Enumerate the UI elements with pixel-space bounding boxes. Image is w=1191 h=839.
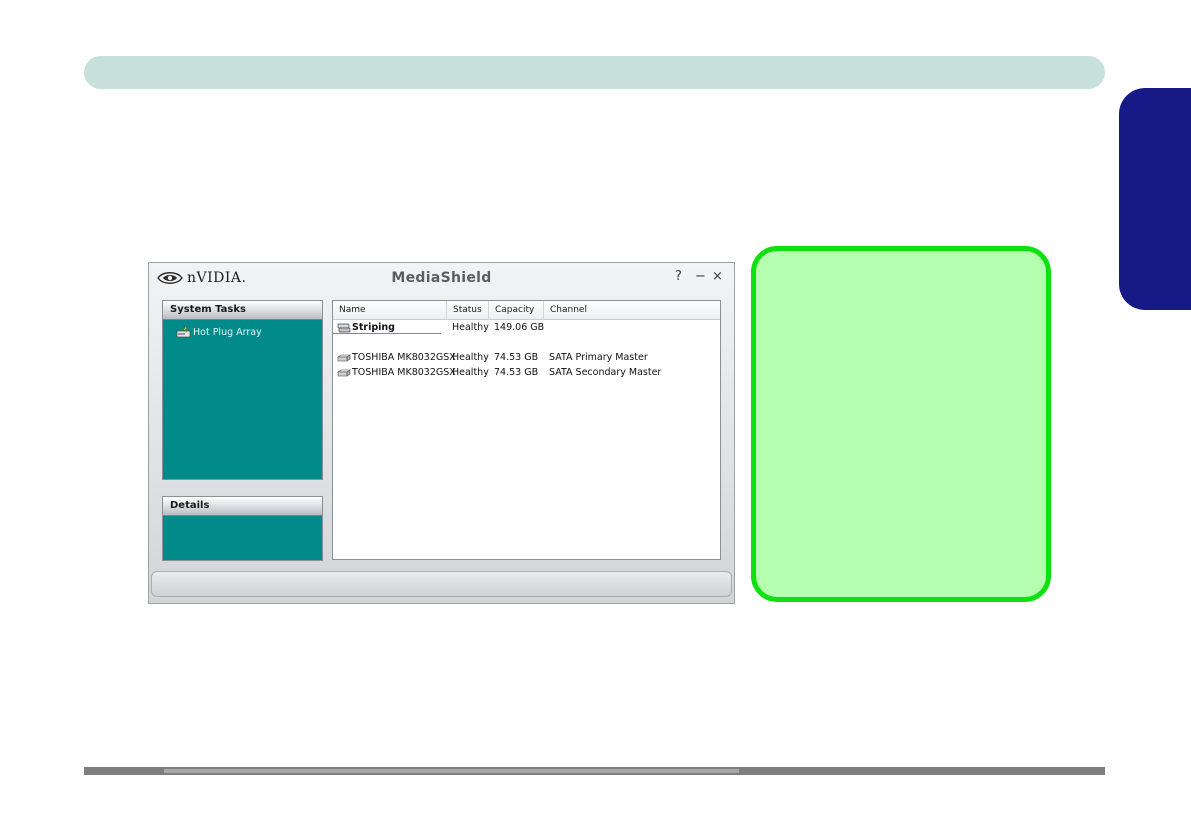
close-button[interactable]: × — [712, 270, 723, 284]
column-header-name[interactable]: Name — [333, 301, 447, 319]
row-status: Healthy — [452, 352, 489, 363]
footer-rule — [84, 767, 1105, 775]
row-status: Healthy — [452, 322, 489, 333]
minimize-button[interactable]: − — [695, 270, 706, 284]
mediashield-window: nVIDIA. MediaShield ? − × System Tasks H… — [148, 262, 735, 604]
hot-plug-array-label: Hot Plug Array — [193, 326, 262, 338]
row-capacity: 149.06 GB — [494, 322, 545, 333]
status-bar — [151, 571, 732, 597]
disk-icon — [337, 369, 351, 377]
column-header-channel[interactable]: Channel — [544, 301, 720, 319]
footer-rule-highlight — [164, 769, 739, 773]
row-channel: SATA Secondary Master — [549, 367, 662, 378]
help-button[interactable]: ? — [675, 270, 682, 284]
array-disk-icon — [337, 323, 351, 333]
column-header-status[interactable]: Status — [447, 301, 489, 319]
column-header-capacity[interactable]: Capacity — [489, 301, 544, 319]
system-tasks-panel: System Tasks Hot Plug Array — [162, 300, 323, 480]
note-box — [751, 246, 1051, 602]
side-tab — [1119, 88, 1191, 310]
row-name: TOSHIBA MK8032GSX — [352, 367, 456, 378]
row-name: TOSHIBA MK8032GSX — [352, 352, 456, 363]
page-header-bar — [84, 56, 1105, 89]
system-tasks-heading: System Tasks — [163, 301, 322, 320]
selection-underline — [333, 333, 441, 334]
list-header: Name Status Capacity Channel — [333, 301, 720, 320]
details-panel: Details — [162, 496, 323, 561]
hot-plug-icon — [176, 325, 191, 338]
table-row[interactable]: TOSHIBA MK8032GSX Healthy 74.53 GB SATA … — [333, 351, 720, 365]
disk-list-view: Name Status Capacity Channel Striping He… — [332, 300, 721, 560]
row-capacity: 74.53 GB — [494, 367, 539, 378]
row-channel: SATA Primary Master — [549, 352, 648, 363]
disk-icon — [337, 354, 351, 362]
row-status: Healthy — [452, 367, 489, 378]
title-bar: nVIDIA. MediaShield ? − × — [149, 263, 734, 293]
table-row[interactable]: TOSHIBA MK8032GSX Healthy 74.53 GB SATA … — [333, 366, 720, 380]
row-capacity: 74.53 GB — [494, 352, 539, 363]
hot-plug-array-link[interactable]: Hot Plug Array — [176, 325, 262, 339]
details-heading: Details — [163, 497, 322, 516]
window-title: MediaShield — [391, 270, 492, 286]
